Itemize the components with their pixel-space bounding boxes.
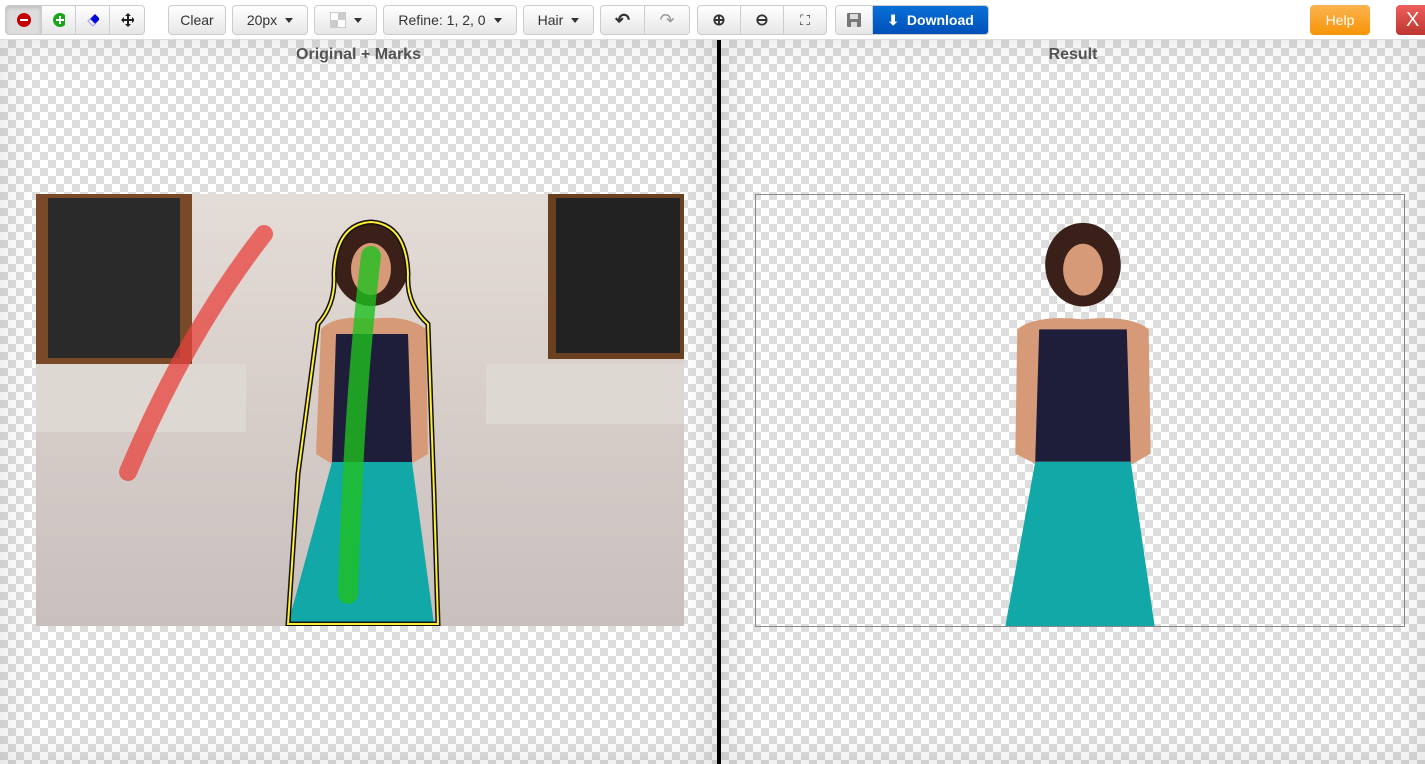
save-button[interactable] bbox=[836, 6, 873, 34]
zoom-group: ⊕ ⊖ ⛶ bbox=[697, 5, 827, 35]
eraser-icon bbox=[87, 14, 99, 27]
zoom-out-icon: ⊖ bbox=[755, 12, 769, 29]
tool-group bbox=[5, 5, 145, 35]
refine-dropdown[interactable]: Refine: 1, 2, 0 bbox=[383, 5, 517, 35]
history-group: ↶ ↷ bbox=[600, 5, 690, 35]
zoom-in-icon: ⊕ bbox=[712, 12, 726, 29]
mode-dropdown[interactable]: Hair bbox=[523, 5, 594, 35]
caret-icon bbox=[353, 17, 362, 23]
original-photo bbox=[36, 194, 684, 626]
result-panel[interactable]: Result bbox=[721, 40, 1425, 764]
result-panel-title: Result bbox=[1048, 46, 1098, 63]
save-group: ⬇ Download bbox=[835, 5, 989, 35]
download-button[interactable]: ⬇ Download bbox=[873, 6, 988, 34]
original-panel[interactable]: Original + Marks bbox=[0, 40, 717, 764]
clear-label: Clear bbox=[180, 12, 214, 28]
plus-circle-icon bbox=[53, 13, 65, 27]
mode-value: Hair bbox=[537, 12, 564, 28]
remove-marker-button[interactable] bbox=[6, 6, 42, 34]
cutout-person bbox=[1005, 222, 1155, 626]
minus-circle-icon bbox=[17, 13, 31, 27]
download-arrow-icon: ⬇ bbox=[887, 11, 899, 28]
undo-button[interactable]: ↶ bbox=[601, 6, 645, 34]
result-image bbox=[755, 194, 1405, 627]
original-panel-title: Original + Marks bbox=[296, 46, 421, 63]
floppy-disk-icon bbox=[847, 13, 861, 27]
checkerboard-icon bbox=[329, 12, 346, 28]
toolbar: Clear 20px Refine: 1, 2, 0 Hair ↶ ↷ ⊕ ⊖ … bbox=[0, 0, 1425, 40]
zoom-in-button[interactable]: ⊕ bbox=[698, 6, 741, 34]
fullscreen-icon: ⛶ bbox=[800, 11, 810, 28]
background-dropdown[interactable] bbox=[314, 5, 377, 35]
move-icon bbox=[121, 13, 134, 27]
keep-marker-button[interactable] bbox=[42, 6, 76, 34]
help-button[interactable]: Help bbox=[1310, 5, 1370, 35]
brush-size-value: 20px bbox=[246, 12, 278, 28]
refine-value: Refine: 1, 2, 0 bbox=[398, 12, 486, 28]
close-button[interactable]: X bbox=[1396, 5, 1425, 35]
download-label: Download bbox=[906, 12, 974, 28]
fit-button[interactable]: ⛶ bbox=[784, 6, 826, 34]
caret-icon bbox=[571, 17, 580, 23]
clear-button[interactable]: Clear bbox=[168, 5, 226, 35]
redo-button[interactable]: ↷ bbox=[645, 6, 689, 34]
zoom-out-button[interactable]: ⊖ bbox=[741, 6, 784, 34]
caret-icon bbox=[285, 17, 294, 23]
caret-icon bbox=[493, 17, 502, 23]
pan-button[interactable] bbox=[110, 6, 144, 34]
eraser-button[interactable] bbox=[76, 6, 110, 34]
brush-size-dropdown[interactable]: 20px bbox=[232, 5, 308, 35]
redo-icon: ↷ bbox=[659, 9, 675, 30]
undo-icon: ↶ bbox=[614, 9, 631, 30]
